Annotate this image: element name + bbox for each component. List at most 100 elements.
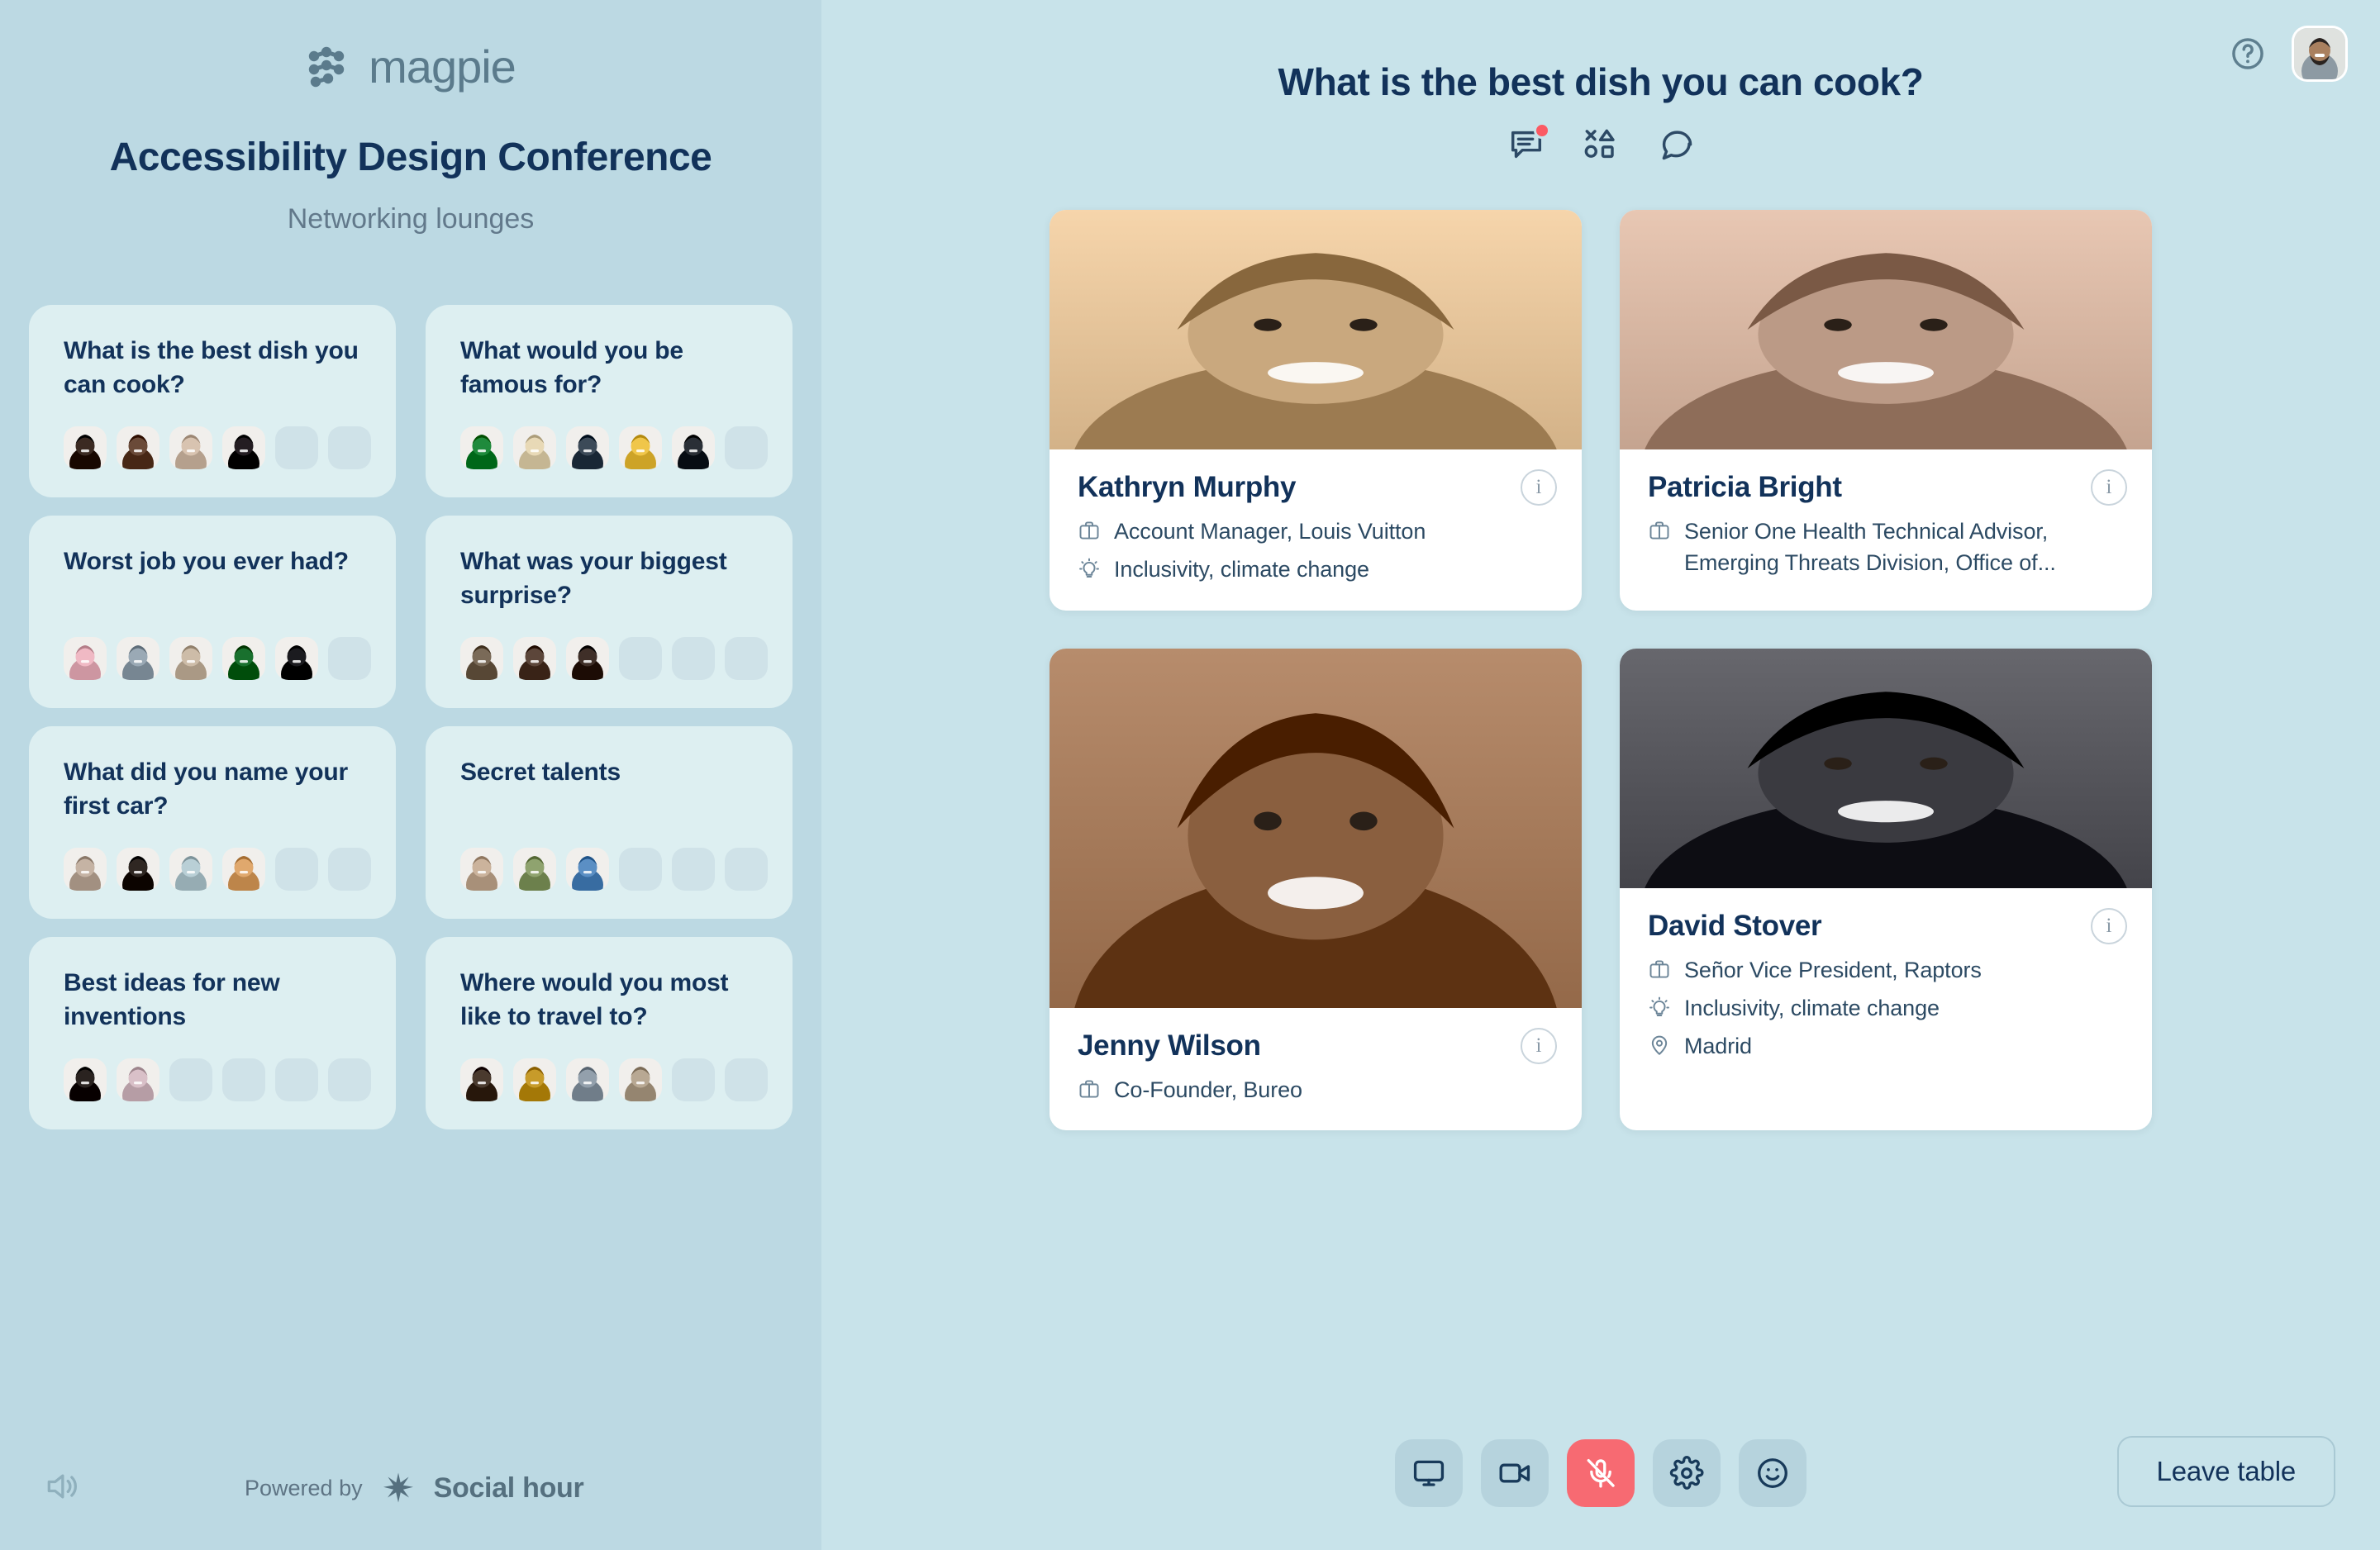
lounge-participant-avatar[interactable] — [275, 637, 318, 680]
lounge-avatar-row — [460, 848, 768, 891]
screen-share-button[interactable] — [1395, 1439, 1463, 1507]
lounge-participant-avatar[interactable] — [64, 1058, 107, 1101]
lounge-avatar-row — [64, 1058, 371, 1101]
lounge-participant-avatar[interactable] — [222, 637, 265, 680]
lounge-card[interactable]: What is the best dish you can cook? — [29, 305, 396, 497]
briefcase-icon — [1648, 516, 1671, 542]
participant-detail-row: Senior One Health Technical Advisor, Eme… — [1648, 516, 2124, 579]
main-panel: What is the best dish you can cook? Kath… — [821, 0, 2380, 1550]
lounge-participant-avatar[interactable] — [169, 848, 212, 891]
lounge-participant-avatar[interactable] — [222, 426, 265, 469]
lounge-empty-seat[interactable] — [725, 1058, 768, 1101]
participant-detail-row: Inclusivity, climate change — [1648, 992, 2124, 1024]
powered-by: Powered by Social hour — [245, 1471, 584, 1505]
lounge-participant-avatar[interactable] — [513, 637, 556, 680]
lounge-participant-avatar[interactable] — [566, 1058, 609, 1101]
briefcase-icon — [1648, 954, 1671, 981]
participant-card[interactable]: Kathryn Murphy i Account Manager, Louis Vu… — [1050, 210, 1582, 611]
lounge-participant-avatar[interactable] — [566, 426, 609, 469]
participant-info: Jenny Wilson i Co-Founder, Bureo — [1050, 1008, 1582, 1130]
lounge-empty-seat[interactable] — [275, 426, 318, 469]
lounge-participant-avatar[interactable] — [513, 1058, 556, 1101]
participant-detail-text: Senior One Health Technical Advisor, Eme… — [1684, 519, 2056, 576]
notes-icon[interactable] — [1507, 122, 1550, 164]
lounge-participant-avatar[interactable] — [619, 426, 662, 469]
lounge-empty-seat[interactable] — [275, 848, 318, 891]
lounge-participant-avatar[interactable] — [619, 1058, 662, 1101]
lounge-empty-seat[interactable] — [619, 848, 662, 891]
lounge-empty-seat[interactable] — [672, 1058, 715, 1101]
microphone-muted-button[interactable] — [1567, 1439, 1635, 1507]
lounge-empty-seat[interactable] — [275, 1058, 318, 1101]
info-circle-icon[interactable]: i — [2091, 469, 2127, 506]
help-circle-icon[interactable] — [2230, 36, 2266, 72]
lounge-card[interactable]: Best ideas for new inventions — [29, 937, 396, 1129]
lounge-participant-avatar[interactable] — [460, 848, 503, 891]
lounge-participant-avatar[interactable] — [169, 637, 212, 680]
lounge-participant-avatar[interactable] — [513, 426, 556, 469]
lounge-question: What did you name your first car? — [64, 758, 348, 820]
lounge-empty-seat[interactable] — [725, 637, 768, 680]
lounge-participant-avatar[interactable] — [117, 848, 159, 891]
lounge-participant-avatar[interactable] — [117, 426, 159, 469]
lounge-empty-seat[interactable] — [619, 637, 662, 680]
info-circle-icon[interactable]: i — [1521, 1027, 1557, 1064]
lounge-empty-seat[interactable] — [328, 637, 371, 680]
lounge-participant-avatar[interactable] — [222, 848, 265, 891]
video-camera-button[interactable] — [1481, 1439, 1549, 1507]
lounge-card[interactable]: What did you name your first car? — [29, 726, 396, 919]
participant-card[interactable]: David Stover i Señor Vice President, Rapto… — [1620, 648, 2152, 1130]
participant-card[interactable]: Patricia Bright i Senior One Health Techni… — [1620, 210, 2152, 611]
lounge-question: Where would you most like to travel to? — [460, 969, 729, 1030]
smiley-button[interactable] — [1739, 1439, 1806, 1507]
gear-button[interactable] — [1653, 1439, 1721, 1507]
avatar[interactable] — [2294, 28, 2345, 79]
lounge-question: Secret talents — [460, 758, 621, 786]
participant-info: Kathryn Murphy i Account Manager, Louis Vu… — [1050, 449, 1582, 611]
lounge-card[interactable]: What was your biggest surprise? — [426, 516, 793, 708]
participant-name: Patricia Bright — [1648, 471, 1842, 503]
lounge-empty-seat[interactable] — [169, 1058, 212, 1101]
lounge-question: What was your biggest surprise? — [460, 548, 727, 609]
participant-video — [1050, 210, 1582, 579]
lounge-empty-seat[interactable] — [328, 1058, 371, 1101]
lounge-participant-avatar[interactable] — [566, 637, 609, 680]
lounge-empty-seat[interactable] — [725, 848, 768, 891]
speaker-icon[interactable] — [43, 1468, 79, 1509]
lounge-participant-avatar[interactable] — [117, 637, 159, 680]
lounge-empty-seat[interactable] — [328, 848, 371, 891]
lounge-card[interactable]: Where would you most like to travel to? — [426, 937, 793, 1129]
lounge-card[interactable]: Worst job you ever had? — [29, 516, 396, 708]
location-pin-icon — [1648, 1030, 1671, 1057]
lounge-card[interactable]: What would you be famous for? — [426, 305, 793, 497]
lounge-empty-seat[interactable] — [672, 848, 715, 891]
lounge-card[interactable]: Secret talents — [426, 726, 793, 919]
leave-table-button[interactable]: Leave table — [2116, 1436, 2335, 1507]
magpie-dots-logo-icon — [306, 45, 350, 89]
lounge-empty-seat[interactable] — [328, 426, 371, 469]
lounge-avatar-row — [64, 848, 371, 891]
lounge-empty-seat[interactable] — [222, 1058, 265, 1101]
lounge-participant-avatar[interactable] — [460, 1058, 503, 1101]
chat-bubble-icon[interactable] — [1656, 126, 1694, 164]
lounge-empty-seat[interactable] — [725, 426, 768, 469]
lounge-participant-avatar[interactable] — [672, 426, 715, 469]
lounge-empty-seat[interactable] — [672, 637, 715, 680]
games-shapes-icon[interactable] — [1582, 126, 1620, 164]
conference-title: Accessibility Design Conference — [109, 136, 712, 179]
lounge-participant-avatar[interactable] — [117, 1058, 159, 1101]
lounge-participant-avatar[interactable] — [460, 637, 503, 680]
participant-card[interactable]: Jenny Wilson i Co-Founder, Bureo — [1050, 648, 1582, 1130]
info-circle-icon[interactable]: i — [1521, 469, 1557, 506]
lounge-participant-avatar[interactable] — [64, 848, 107, 891]
microphone-muted-icon — [1583, 1456, 1618, 1491]
lounge-participant-avatar[interactable] — [64, 426, 107, 469]
participant-detail-row: Co-Founder, Bureo — [1078, 1074, 1554, 1105]
lounge-participant-avatar[interactable] — [460, 426, 503, 469]
lounge-participant-avatar[interactable] — [169, 426, 212, 469]
lounge-participant-avatar[interactable] — [64, 637, 107, 680]
info-circle-icon[interactable]: i — [2091, 907, 2127, 944]
lounge-avatar-row — [460, 1058, 768, 1101]
lounge-participant-avatar[interactable] — [513, 848, 556, 891]
lounge-participant-avatar[interactable] — [566, 848, 609, 891]
